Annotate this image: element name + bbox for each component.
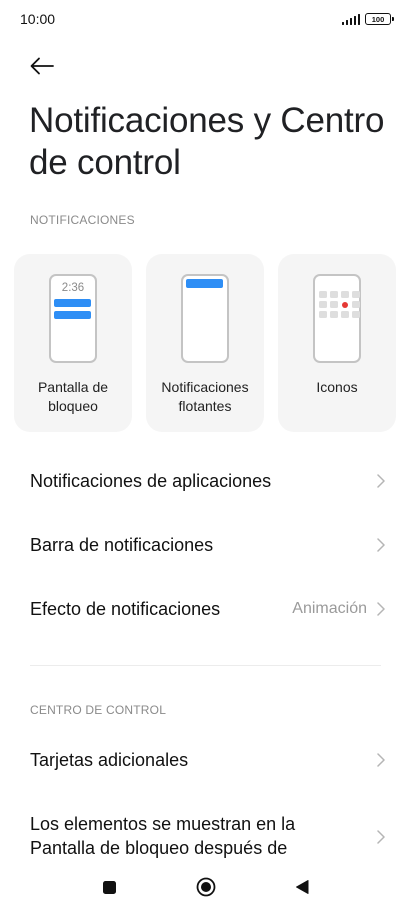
- section-header-notifications: NOTIFICACIONES: [30, 213, 135, 227]
- item-label: Los elementos se muestran en la Pantalla…: [30, 814, 296, 858]
- triangle-back-icon: [295, 880, 308, 894]
- chevron-right-icon: [375, 473, 387, 489]
- badge-dot-icon: [342, 301, 348, 308]
- back-button[interactable]: [24, 48, 60, 84]
- card-floating-notifications[interactable]: Notificaciones flotantes: [146, 254, 264, 432]
- signal-icon: [341, 13, 360, 25]
- chevron-right-icon: [375, 752, 387, 768]
- card-label: Notificaciones flotantes: [161, 379, 249, 414]
- chevron-right-icon: [375, 829, 387, 845]
- section-header-control-center: CENTRO DE CONTROL: [30, 703, 167, 717]
- battery-level: 100: [371, 14, 385, 24]
- item-value: Animación: [292, 600, 367, 617]
- lock-screen-preview-icon: 2:36: [49, 274, 97, 363]
- back-nav-button[interactable]: [291, 876, 313, 898]
- page-title: Notificaciones y Centro de control: [29, 101, 385, 182]
- card-label: Pantalla de bloqueo: [37, 379, 109, 414]
- item-additional-cards[interactable]: Tarjetas adicionales: [0, 747, 411, 773]
- item-app-notifications[interactable]: Notificaciones de aplicaciones: [0, 468, 411, 494]
- notification-style-cards: 2:36 Pantalla de bloqueo Notificaciones …: [14, 254, 396, 432]
- back-arrow-icon: [30, 57, 54, 75]
- floating-notification-preview-icon: [181, 274, 229, 363]
- preview-time: 2:36: [61, 282, 85, 294]
- card-lock-screen[interactable]: 2:36 Pantalla de bloqueo: [14, 254, 132, 432]
- card-label: Iconos: [316, 379, 358, 395]
- item-label: Notificaciones de aplicaciones: [30, 470, 272, 491]
- item-lockscreen-pulldown[interactable]: Los elementos se muestran en la Pantalla…: [0, 812, 411, 860]
- home-button[interactable]: [195, 876, 217, 898]
- card-icons[interactable]: Iconos: [278, 254, 396, 432]
- status-time: 10:00: [20, 11, 56, 27]
- navigation-bar: [0, 860, 411, 914]
- home-circle-icon: [196, 877, 215, 897]
- chevron-right-icon: [375, 601, 387, 617]
- chevron-right-icon: [375, 537, 387, 553]
- status-bar: 10:00 100: [0, 0, 411, 38]
- badge-icons-preview-icon: [313, 274, 361, 363]
- item-label: Efecto de notificaciones: [30, 598, 221, 619]
- recents-button[interactable]: [99, 876, 121, 898]
- status-icons: 100: [341, 13, 394, 25]
- item-label: Barra de notificaciones: [30, 534, 214, 555]
- square-icon: [103, 880, 116, 894]
- item-notification-effect[interactable]: Efecto de notificaciones Animación: [0, 596, 411, 622]
- battery-icon: 100: [365, 13, 394, 25]
- item-label: Tarjetas adicionales: [30, 749, 189, 770]
- section-divider: [30, 665, 381, 666]
- item-notification-bar[interactable]: Barra de notificaciones: [0, 532, 411, 558]
